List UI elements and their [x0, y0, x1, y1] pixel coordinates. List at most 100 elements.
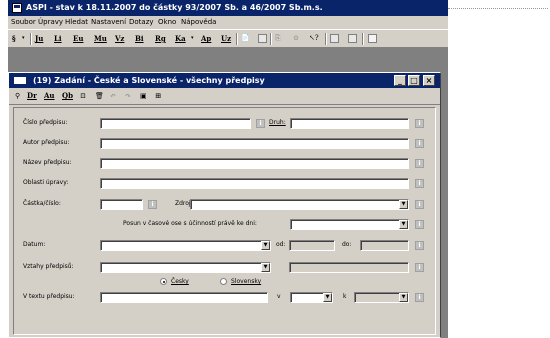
od-label: od: — [276, 241, 286, 248]
chevron-down-icon[interactable]: ▾ — [22, 32, 25, 45]
cislo-label: Číslo předpisu: — [23, 119, 68, 126]
info-icon[interactable]: i — [256, 119, 265, 128]
save-icon[interactable]: ▣ — [140, 90, 147, 102]
v-label: v — [277, 293, 281, 300]
castka-input[interactable] — [100, 199, 143, 210]
chevron-down-icon[interactable]: ▼ — [261, 241, 270, 250]
posun-select[interactable]: ▼ — [290, 219, 409, 230]
trash-icon[interactable]: 🗑 — [95, 90, 104, 102]
toolbar-uz-button[interactable]: Uz — [221, 32, 231, 45]
menu-bar: Soubor Úpravy Hledat Nastavení Dotazy Ok… — [8, 16, 448, 29]
radio-cesky-label[interactable]: Česky — [171, 278, 189, 285]
datum-select[interactable]: ▼ — [100, 240, 271, 251]
autor-label: Autor předpisu: — [23, 139, 70, 146]
toolbar-ka-button[interactable]: Ka — [175, 32, 186, 45]
toolbar-bi-button[interactable]: Bi — [135, 32, 144, 45]
menu-upravy[interactable]: Úpravy — [38, 18, 63, 26]
toolbar-vz-button[interactable]: Vz — [115, 32, 124, 45]
cascade-icon[interactable] — [330, 34, 339, 43]
binoculars-icon[interactable]: ⚲ — [15, 90, 20, 102]
maximize-button[interactable]: □ — [408, 75, 420, 86]
query-toolbar: ⚲ Dr Au Qb ⊡ 🗑 ↶ ↷ ▣ ⊞ — [9, 88, 440, 105]
radio-slovensky[interactable] — [220, 278, 227, 285]
tile-icon[interactable] — [348, 34, 357, 43]
query-tool-qb[interactable]: Qb — [62, 90, 73, 102]
open-icon[interactable]: ⊡ — [80, 90, 86, 102]
info-icon[interactable]: i — [415, 200, 424, 209]
od-input[interactable] — [289, 240, 335, 251]
query-window: (19) Zadání - České a Slovenské - všechn… — [8, 72, 441, 338]
info-icon[interactable]: i — [415, 293, 424, 302]
chevron-down-icon[interactable]: ▼ — [323, 293, 332, 302]
menu-nastaveni[interactable]: Nastavení — [91, 18, 126, 26]
chevron-down-icon[interactable]: ▼ — [399, 200, 408, 209]
do-label: do: — [342, 241, 352, 248]
chevron-down-icon[interactable]: ▼ — [261, 263, 270, 272]
copy-icon[interactable]: ⎘ — [275, 32, 281, 45]
chevron-down-icon[interactable]: ▾ — [191, 32, 194, 45]
v-select[interactable]: ▼ — [290, 292, 333, 303]
undo-icon[interactable]: ↶ — [110, 90, 116, 102]
app-title-bar: ASPI - stav k 18.11.2007 do částky 93/20… — [8, 0, 448, 16]
info-icon[interactable]: i — [415, 220, 424, 229]
v-textu-label: V textu předpisu: — [23, 293, 75, 300]
vztahy-label: Vztahy předpisů: — [23, 263, 74, 270]
info-icon[interactable]: i — [415, 241, 424, 250]
oblasti-input[interactable] — [100, 178, 409, 189]
blank-page-icon[interactable] — [368, 34, 377, 43]
find-icon[interactable]: ⊙ — [293, 32, 299, 45]
print-icon[interactable]: ⊞ — [155, 90, 161, 102]
query-tool-au[interactable]: Au — [44, 90, 55, 102]
cislo-input[interactable] — [100, 118, 251, 129]
menu-okno[interactable]: Okno — [158, 18, 176, 26]
toolbar-eu-button[interactable]: Eu — [73, 32, 83, 45]
radio-cesky[interactable] — [160, 278, 167, 285]
toolbar-li-button[interactable]: Li — [54, 32, 62, 45]
vztahy-detail-input[interactable] — [289, 262, 409, 273]
menu-hledat[interactable]: Hledat — [65, 18, 88, 26]
posun-label: Posun v časové ose s účinností právě ke … — [123, 220, 257, 227]
toolbar-ap-button[interactable]: Ap — [201, 32, 211, 45]
redo-icon[interactable]: ↷ — [125, 90, 131, 102]
zdroj-select[interactable]: ▼ — [190, 199, 409, 210]
minimize-button[interactable]: _ — [394, 75, 406, 86]
window-menu-icon[interactable] — [14, 77, 26, 84]
decorative-dotted-line — [448, 8, 548, 9]
window-icon[interactable] — [258, 34, 267, 43]
chevron-down-icon[interactable]: ▼ — [399, 220, 408, 229]
info-icon[interactable]: i — [148, 200, 157, 209]
info-icon[interactable]: i — [415, 159, 424, 168]
info-icon[interactable]: i — [415, 139, 424, 148]
k-label: k — [343, 293, 347, 300]
toolbar-separator — [270, 33, 272, 45]
document-icon[interactable]: 📄 — [241, 32, 250, 45]
close-button[interactable]: × — [423, 75, 435, 86]
datum-label: Datum: — [23, 241, 46, 248]
radio-slovensky-label[interactable]: Slovensky — [231, 278, 261, 285]
info-icon[interactable]: i — [415, 263, 424, 272]
k-select[interactable]: ▼ — [354, 292, 409, 303]
help-pointer-icon[interactable]: ↖? — [309, 32, 319, 45]
query-tool-dr[interactable]: Dr — [27, 90, 37, 102]
nazev-input[interactable] — [100, 158, 409, 169]
query-form: Číslo předpisu: i Druh: i Autor předpisu… — [13, 107, 436, 335]
v-textu-input[interactable] — [100, 292, 268, 303]
toolbar-mu-button[interactable]: Mu — [94, 32, 107, 45]
app-icon — [12, 3, 22, 13]
app-title: ASPI - stav k 18.11.2007 do částky 93/20… — [26, 3, 323, 12]
info-icon[interactable]: i — [415, 179, 424, 188]
vztahy-select[interactable]: ▼ — [100, 262, 271, 273]
menu-napoveda[interactable]: Nápověda — [181, 18, 216, 26]
chevron-down-icon[interactable]: ▼ — [399, 293, 408, 302]
menu-dotazy[interactable]: Dotazy — [129, 18, 154, 26]
do-input[interactable] — [360, 240, 409, 251]
toolbar-rg-button[interactable]: Rg — [155, 32, 166, 45]
menu-soubor[interactable]: Soubor — [11, 18, 36, 26]
toolbar-separator — [362, 33, 364, 45]
toolbar-paragraph-button[interactable]: § — [12, 32, 16, 45]
toolbar-ju-button[interactable]: Ju — [35, 32, 43, 45]
druh-input[interactable] — [290, 118, 409, 129]
query-window-title-bar: (19) Zadání - České a Slovenské - všechn… — [9, 73, 440, 88]
autor-input[interactable] — [100, 138, 409, 149]
info-icon[interactable]: i — [415, 119, 424, 128]
